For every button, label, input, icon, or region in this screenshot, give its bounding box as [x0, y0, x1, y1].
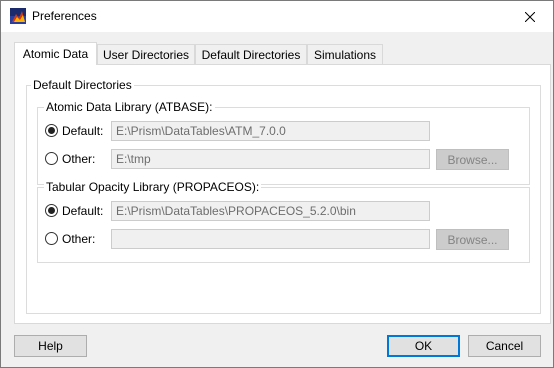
atbase-default-radio[interactable]	[45, 124, 58, 137]
atbase-group-label: Atomic Data Library (ATBASE):	[44, 100, 215, 114]
atbase-default-path-field: E:\Prism\DataTables\ATM_7.0.0	[111, 121, 430, 141]
propaceos-other-label: Other:	[62, 232, 96, 246]
propaceos-default-label: Default:	[62, 204, 104, 218]
close-button[interactable]	[507, 1, 553, 32]
atbase-other-path-field[interactable]: E:\tmp	[111, 149, 430, 169]
prism-app-icon	[10, 8, 26, 24]
propaceos-default-path-field: E:\Prism\DataTables\PROPACEOS_5.2.0\bin	[111, 201, 430, 221]
tab-atomic-data[interactable]: Atomic Data	[14, 42, 97, 65]
atbase-browse-button[interactable]: Browse...	[436, 149, 509, 170]
default-directories-group: Default Directories Atomic Data Library …	[26, 78, 541, 314]
propaceos-group-label: Tabular Opacity Library (PROPACEOS):	[44, 180, 262, 194]
propaceos-browse-button[interactable]: Browse...	[436, 229, 509, 250]
tab-user-directories[interactable]: User Directories	[97, 44, 195, 64]
tab-label: Simulations	[313, 47, 377, 62]
window-title: Preferences	[32, 9, 97, 23]
propaceos-other-path-field[interactable]	[111, 229, 430, 249]
propaceos-default-radio[interactable]	[45, 204, 58, 217]
ok-button[interactable]: OK	[387, 335, 460, 357]
tab-panel-atomic-data: Default Directories Atomic Data Library …	[14, 64, 551, 324]
propaceos-other-radio[interactable]	[45, 232, 58, 245]
default-directories-group-label: Default Directories	[31, 78, 134, 92]
tab-default-directories[interactable]: Default Directories	[195, 44, 307, 64]
propaceos-group: Tabular Opacity Library (PROPACEOS): Def…	[37, 180, 530, 263]
tab-simulations[interactable]: Simulations	[307, 44, 383, 64]
tab-label: Default Directories	[201, 47, 301, 62]
atbase-other-radio[interactable]	[45, 152, 58, 165]
help-button[interactable]: Help	[14, 335, 87, 357]
tab-label: User Directories	[102, 47, 189, 62]
atbase-other-label: Other:	[62, 152, 96, 166]
atbase-default-label: Default:	[62, 124, 104, 138]
cancel-button[interactable]: Cancel	[468, 335, 541, 357]
atbase-group: Atomic Data Library (ATBASE): Default: E…	[37, 100, 530, 185]
tab-label: Atomic Data	[22, 47, 89, 61]
close-icon	[525, 11, 535, 22]
title-bar[interactable]: Preferences	[1, 1, 553, 32]
preferences-dialog: Preferences Atomic Data User Directories…	[0, 0, 554, 368]
